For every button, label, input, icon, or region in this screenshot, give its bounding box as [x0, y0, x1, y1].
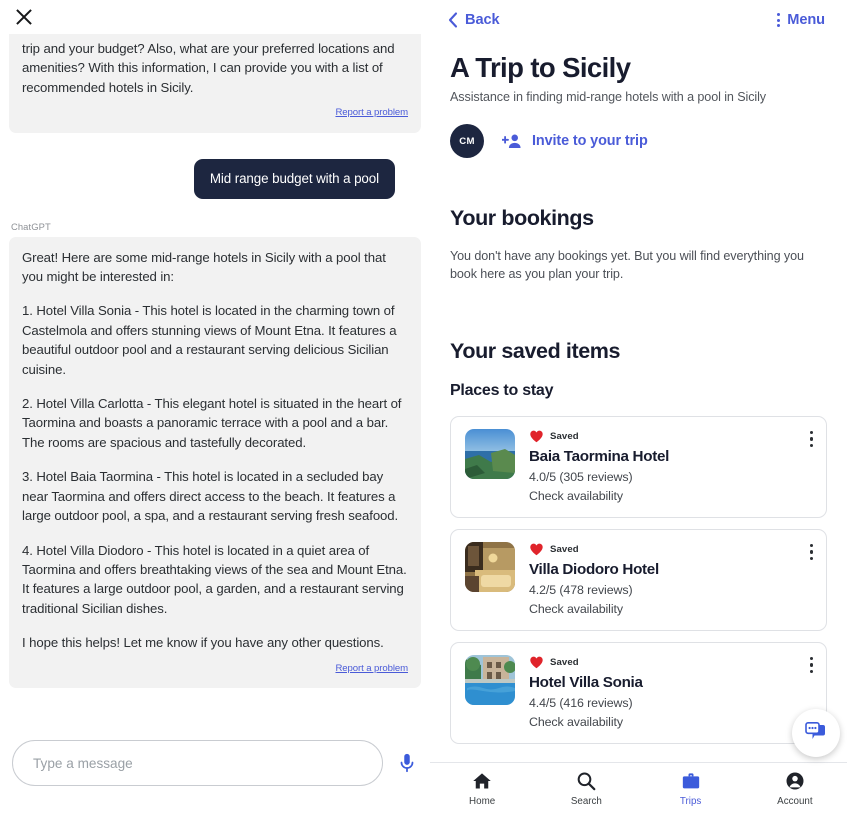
kebab-menu-icon[interactable] [809, 431, 813, 448]
hotel-info: Saved Baia Taormina Hotel 4.0/5 (305 rev… [529, 429, 812, 504]
back-button-label: Back [465, 12, 500, 28]
hotel-name: Villa Diodoro Hotel [529, 561, 659, 578]
assistant-message-text: trip and your budget? Also, what are you… [22, 41, 395, 95]
hotel-card[interactable]: Saved Villa Diodoro Hotel 4.2/5 (478 rev… [450, 529, 827, 631]
assistant-intro-text: Great! Here are some mid-range hotels in… [22, 249, 386, 285]
nav-label-account: Account [777, 795, 813, 807]
places-to-stay-subheading: Places to stay [450, 382, 554, 399]
home-icon [473, 772, 491, 788]
search-icon [578, 772, 596, 790]
nav-label-trips: Trips [679, 795, 702, 807]
invite-button[interactable]: Invite to your trip [502, 133, 648, 149]
hotel-rating: 4.4/5 (416 reviews) [529, 696, 633, 710]
chevron-left-icon [448, 12, 458, 28]
kebab-menu-icon [777, 13, 781, 27]
chat-topbar [0, 0, 430, 34]
saved-badge: Saved [529, 542, 812, 556]
nav-item-home[interactable]: Home [430, 771, 534, 807]
chat-fab-button[interactable] [792, 709, 840, 757]
nav-item-trips[interactable]: Trips [639, 771, 743, 807]
hotel-rating: 4.0/5 (305 reviews) [529, 470, 633, 484]
check-availability-link[interactable]: Check availability [529, 715, 812, 729]
saved-label: Saved [550, 656, 579, 668]
trip-content[interactable]: A Trip to Sicily Assistance in finding m… [430, 40, 847, 762]
menu-button[interactable]: Menu [777, 12, 825, 28]
user-message-row: Mid range budget with a pool [9, 158, 421, 199]
avatar[interactable]: CM [450, 124, 484, 158]
assistant-message-bubble-truncated: trip and your budget? Also, what are you… [9, 34, 421, 133]
user-message-bubble: Mid range budget with a pool [193, 158, 395, 199]
chat-panel: trip and your budget? Also, what are you… [0, 0, 430, 814]
hotel-info: Saved Villa Diodoro Hotel 4.2/5 (478 rev… [529, 542, 812, 617]
page-title: A Trip to Sicily [450, 52, 631, 83]
report-problem-link[interactable]: Report a problem [22, 659, 408, 681]
assistant-hotel-item-3: 3. Hotel Baia Taormina - This hotel is l… [22, 469, 399, 524]
assistant-outro-text: I hope this helps! Let me know if you ha… [22, 635, 384, 651]
close-icon[interactable] [13, 6, 35, 28]
hotel-card[interactable]: Saved Baia Taormina Hotel 4.0/5 (305 rev… [450, 416, 827, 518]
bottom-navigation: Home Search Trips Account [430, 762, 847, 814]
heart-icon [530, 543, 543, 556]
heart-icon [530, 656, 543, 669]
pool-villa-photo [465, 655, 515, 705]
microphone-icon[interactable] [396, 750, 418, 776]
saved-badge: Saved [529, 429, 812, 443]
saved-badge: Saved [529, 655, 812, 669]
add-person-icon [502, 134, 521, 148]
hotel-name: Baia Taormina Hotel [529, 448, 670, 465]
hotel-room-photo [465, 542, 515, 592]
chat-bubble-icon [805, 722, 825, 739]
assistant-hotel-item-2: 2. Hotel Villa Carlotta - This elegant h… [22, 396, 402, 450]
saved-items-heading: Your saved items [450, 339, 621, 363]
account-icon [786, 772, 804, 789]
invite-button-label: Invite to your trip [532, 133, 648, 149]
hotel-card-list: Saved Baia Taormina Hotel 4.0/5 (305 rev… [450, 416, 827, 744]
kebab-menu-icon[interactable] [809, 657, 813, 674]
saved-label: Saved [550, 430, 579, 442]
chat-message-list[interactable]: trip and your budget? Also, what are you… [0, 34, 430, 730]
coast-sea-photo [465, 429, 515, 479]
saved-label: Saved [550, 543, 579, 555]
kebab-menu-icon[interactable] [809, 544, 813, 561]
trip-header-bar: Back Menu [430, 0, 847, 40]
hotel-card[interactable]: Saved Hotel Villa Sonia 4.4/5 (416 revie… [450, 642, 827, 744]
menu-button-label: Menu [787, 12, 825, 28]
assistant-message-bubble: Great! Here are some mid-range hotels in… [9, 236, 421, 688]
back-button[interactable]: Back [448, 12, 500, 28]
nav-label-home: Home [469, 795, 496, 807]
briefcase-icon [682, 772, 699, 788]
page-subtitle: Assistance in finding mid-range hotels w… [450, 90, 767, 104]
bookings-section: Your bookings You don't have any booking… [450, 206, 827, 283]
message-input[interactable] [12, 740, 383, 786]
assistant-hotel-item-4: 4. Hotel Villa Diodoro - This hotel is l… [22, 542, 407, 616]
check-availability-link[interactable]: Check availability [529, 489, 812, 503]
check-availability-link[interactable]: Check availability [529, 602, 812, 616]
saved-items-section: Your saved items Places to stay Saved Ba… [450, 339, 827, 744]
nav-label-search: Search [570, 795, 602, 807]
bookings-empty-text: You don't have any bookings yet. But you… [450, 249, 804, 281]
assistant-hotel-item-1: 1. Hotel Villa Sonia - This hotel is loc… [22, 303, 397, 377]
app-root: trip and your budget? Also, what are you… [0, 0, 847, 814]
trip-people-row: CM Invite to your trip [450, 124, 827, 158]
nav-item-account[interactable]: Account [743, 771, 847, 807]
report-problem-link[interactable]: Report a problem [22, 103, 408, 125]
assistant-name-label: ChatGPT [11, 220, 51, 232]
hotel-rating: 4.2/5 (478 reviews) [529, 583, 633, 597]
nav-item-search[interactable]: Search [534, 771, 638, 807]
hotel-name: Hotel Villa Sonia [529, 674, 643, 691]
heart-icon [530, 430, 543, 443]
bookings-heading: Your bookings [450, 206, 594, 230]
hotel-info: Saved Hotel Villa Sonia 4.4/5 (416 revie… [529, 655, 812, 730]
trip-panel: Back Menu A Trip to Sicily Assistance in… [430, 0, 847, 814]
message-composer [0, 730, 430, 814]
